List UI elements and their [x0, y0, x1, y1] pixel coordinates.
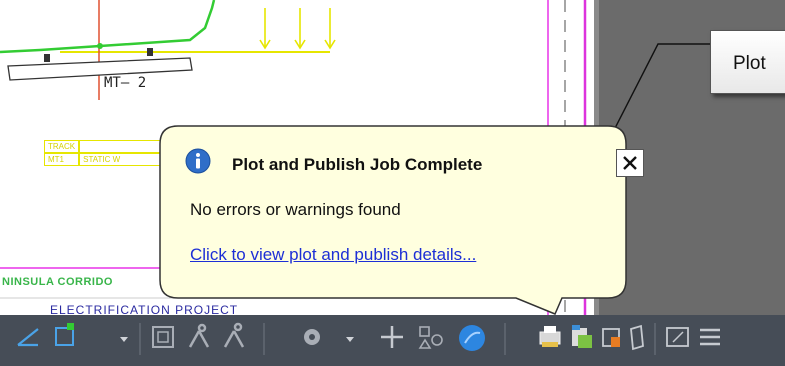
notification-balloon: [159, 125, 627, 315]
view-details-link[interactable]: Click to view plot and publish details..…: [190, 245, 476, 265]
show-viewport-icon[interactable]: [152, 326, 174, 348]
close-button[interactable]: [616, 149, 644, 177]
plot-publish-printer-icon[interactable]: [539, 326, 561, 347]
close-icon: [623, 156, 637, 170]
isolate-objects-icon[interactable]: [630, 324, 644, 351]
notification-message: No errors or warnings found: [190, 200, 401, 219]
plot-publish-details-icon[interactable]: [572, 325, 592, 348]
selection-cycling-icon[interactable]: [55, 323, 74, 346]
info-icon: [185, 148, 211, 174]
customize-menu-icon[interactable]: [700, 328, 720, 346]
workspace-dropdown-icon[interactable]: [346, 337, 354, 342]
status-bar-icons: [17, 322, 720, 355]
annotation-scale-icon[interactable]: [223, 322, 245, 348]
workspace-gear-icon[interactable]: [304, 329, 320, 345]
selection-dropdown-icon[interactable]: [120, 337, 128, 342]
units-icon[interactable]: [418, 326, 443, 349]
communication-center-icon[interactable]: [602, 328, 620, 347]
application-window: TRACK MT1 STATIC W MT– 2 NINSULA CORRIDO …: [0, 0, 785, 366]
annotation-visibility-icon[interactable]: [188, 323, 210, 348]
annotation-monitor-plus-icon[interactable]: [381, 326, 403, 348]
notification-title: Plot and Publish Job Complete: [232, 155, 483, 174]
dynamic-ucs-icon[interactable]: [17, 328, 39, 347]
quick-properties-icon[interactable]: [459, 325, 485, 351]
fullscreen-icon[interactable]: [666, 327, 689, 347]
